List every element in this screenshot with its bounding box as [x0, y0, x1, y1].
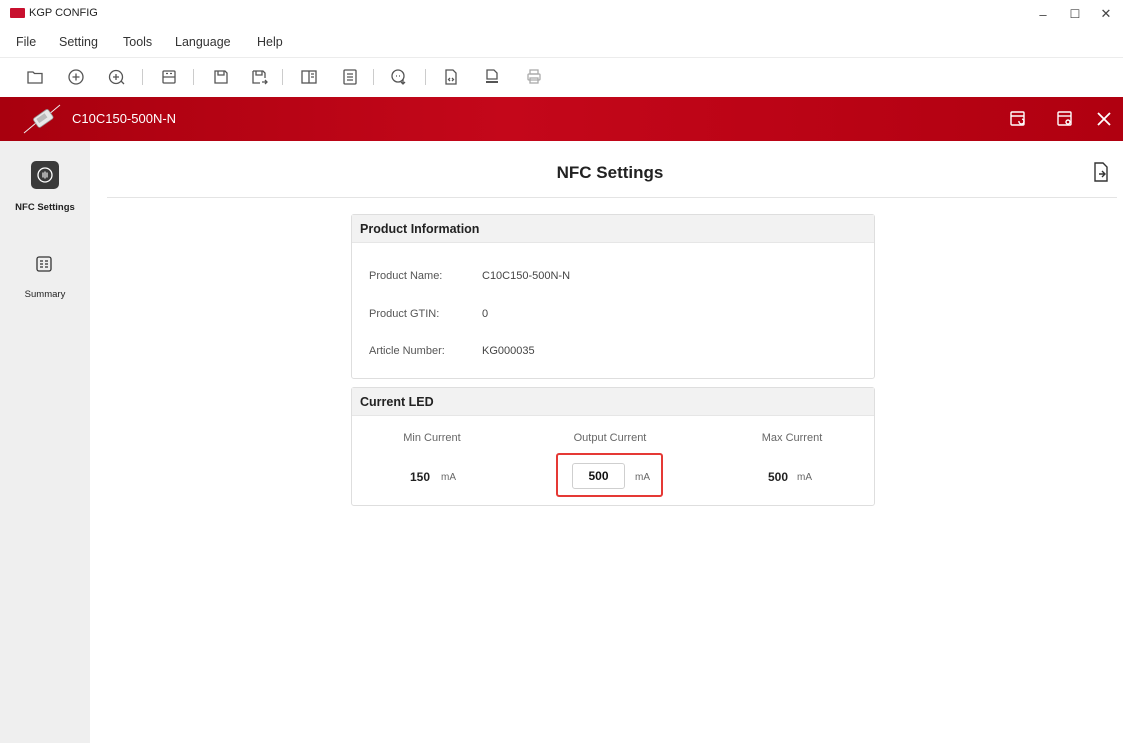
sidebar-item-nfc-settings[interactable]: NFC Settings [0, 141, 90, 213]
menu-setting[interactable]: Setting [59, 35, 98, 49]
device-image [23, 104, 61, 134]
reload-config-icon[interactable] [1007, 108, 1029, 130]
menu-help[interactable]: Help [257, 35, 283, 49]
sidebar-item-label: NFC Settings [15, 202, 75, 213]
panel-header: Product Information [352, 215, 874, 243]
sidebar: NFC Settings Summary [0, 141, 90, 743]
read-device-icon[interactable] [156, 64, 182, 90]
save-icon[interactable] [208, 64, 234, 90]
close-window-button[interactable]: ✕ [1091, 4, 1121, 24]
product-gtin-label: Product GTIN: [369, 308, 440, 320]
menu-file[interactable]: File [16, 35, 36, 49]
output-current-label: Output Current [573, 432, 647, 444]
export-html-icon[interactable] [479, 64, 505, 90]
panel-header: Current LED [352, 388, 874, 416]
minimize-button[interactable]: – [1028, 4, 1058, 24]
open-folder-icon[interactable] [22, 64, 48, 90]
export-file-icon[interactable] [1091, 161, 1111, 183]
product-name-value: C10C150-500N-N [482, 270, 571, 282]
device-header: C10C150-500N-N [0, 97, 1123, 141]
download-icon[interactable] [386, 64, 412, 90]
app-logo-icon [10, 8, 25, 18]
print-icon[interactable] [521, 64, 547, 90]
max-current-value: 500 [768, 470, 789, 484]
min-current-unit: mA [441, 472, 456, 483]
document-icon[interactable] [337, 64, 363, 90]
max-current-unit: mA [797, 472, 812, 483]
title-divider [107, 197, 1117, 198]
summary-icon [36, 256, 52, 272]
compare-icon[interactable] [296, 64, 322, 90]
app-title: KGP CONFIG [29, 7, 98, 19]
menu-language[interactable]: Language [175, 35, 231, 49]
max-current-label: Max Current [761, 432, 823, 444]
product-information-panel: Product Information Product Name: C10C15… [351, 214, 875, 379]
sidebar-item-summary[interactable]: Summary [0, 241, 90, 311]
article-number-value: KG000035 [482, 345, 535, 357]
min-current-label: Min Current [403, 432, 461, 444]
add-circle-icon[interactable] [63, 64, 89, 90]
save-as-icon[interactable] [246, 64, 272, 90]
menu-tools[interactable]: Tools [123, 35, 152, 49]
output-current-unit: mA [635, 472, 650, 483]
device-name: C10C150-500N-N [72, 111, 177, 126]
page-title: NFC Settings [556, 163, 664, 182]
add-device-icon[interactable] [104, 64, 130, 90]
toolbar [0, 57, 1123, 95]
product-gtin-value: 0 [482, 308, 489, 320]
device-settings-icon[interactable] [1054, 108, 1076, 130]
sidebar-item-label: Summary [24, 289, 66, 300]
maximize-button[interactable]: ☐ [1060, 4, 1090, 24]
export-code-icon[interactable] [438, 64, 464, 90]
title-bar: KGP CONFIG – ☐ ✕ [0, 0, 1123, 28]
nfc-icon [31, 161, 59, 189]
product-name-label: Product Name: [369, 270, 443, 282]
close-device-icon[interactable] [1093, 108, 1115, 130]
min-current-value: 150 [410, 470, 431, 484]
output-current-input[interactable] [572, 463, 625, 489]
article-number-label: Article Number: [369, 345, 445, 357]
